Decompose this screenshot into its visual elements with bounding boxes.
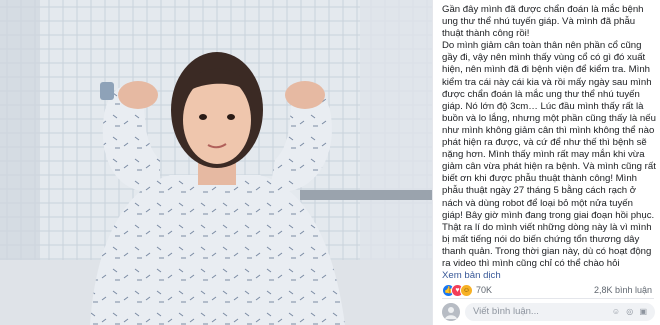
haha-icon[interactable]: ☺ bbox=[460, 284, 473, 297]
avatar-icon bbox=[442, 303, 460, 321]
post-body: Gần đây mình đã được chẩn đoán là mắc bệ… bbox=[442, 4, 656, 270]
comment-input[interactable]: Viết bình luận... ☺ ◎ ▣ bbox=[465, 303, 655, 321]
comment-count[interactable]: 2,8K bình luận bbox=[594, 285, 652, 295]
post-paragraph: Gần đây mình đã được chẩn đoán là mắc bệ… bbox=[442, 4, 644, 40]
post-paragraph: Do mình giảm cân toàn thân nên phần cổ c… bbox=[442, 40, 656, 269]
comment-placeholder: Viết bình luận... bbox=[473, 306, 539, 317]
emoji-icon[interactable]: ☺ ◎ ▣ bbox=[612, 303, 649, 321]
photo-illustration bbox=[0, 0, 432, 325]
reaction-count[interactable]: 70K bbox=[476, 285, 492, 295]
see-translation-link[interactable]: Xem bản dịch bbox=[442, 270, 501, 281]
avatar bbox=[442, 303, 460, 321]
post-panel: Gần đây mình đã được chẩn đoán là mắc bệ… bbox=[432, 0, 660, 325]
post-photo[interactable] bbox=[0, 0, 432, 325]
reactions-bar: 👍 ♥ ☺ 70K 2,8K bình luận bbox=[442, 282, 654, 299]
comment-row: Viết bình luận... ☺ ◎ ▣ bbox=[442, 302, 656, 322]
